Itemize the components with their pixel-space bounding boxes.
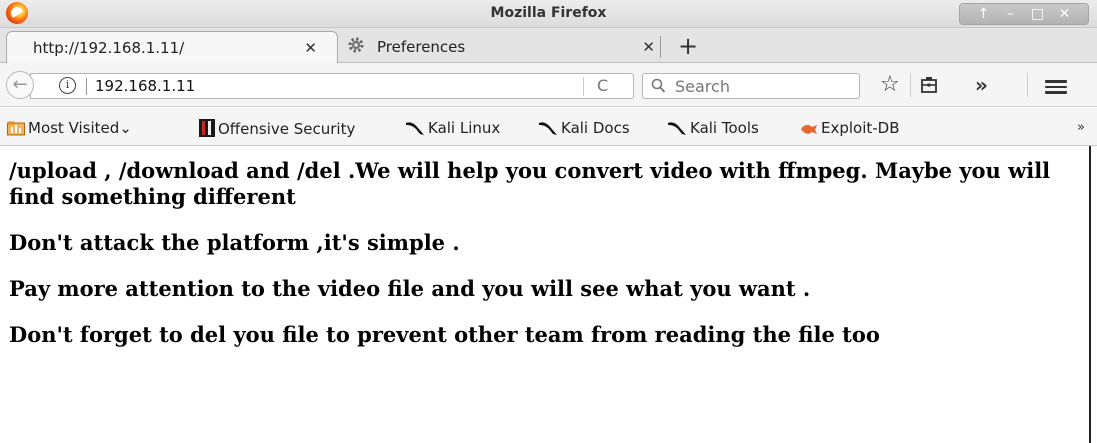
new-tab-button[interactable]: +	[678, 30, 698, 62]
bookmark-offensive-security[interactable]: Offensive Security	[199, 119, 355, 138]
content-paragraph: Pay more attention to the video file and…	[9, 276, 811, 301]
bookmark-label: Kali Linux	[428, 119, 501, 137]
bookmark-exploit-db[interactable]: Exploit-DB	[800, 119, 900, 137]
most-visited-icon	[7, 121, 25, 136]
tab-close-button[interactable]: ✕	[304, 39, 317, 57]
search-icon	[651, 78, 666, 93]
bookmark-label: Most Visited	[28, 119, 120, 137]
bookmark-kali-docs[interactable]: Kali Docs	[538, 119, 630, 137]
bookmarks-toolbar: Most Visited⌄ Offensive Security Kali Li…	[0, 108, 1097, 146]
content-paragraph: Don't attack the platform ,it's simple .	[9, 230, 460, 255]
bookmark-kali-linux[interactable]: Kali Linux	[405, 119, 500, 137]
exploit-db-icon	[801, 124, 817, 134]
page-content: /upload , /download and /del .We will he…	[0, 146, 1090, 443]
bookmarks-overflow-button[interactable]: »	[1077, 120, 1085, 135]
window-maximize-button[interactable]: □	[1028, 4, 1048, 24]
tab-current-page[interactable]: http://192.168.1.11/ ✕	[6, 31, 338, 63]
tab-preferences[interactable]: Preferences ✕	[345, 31, 663, 63]
search-input[interactable]: Search	[642, 73, 860, 99]
bookmark-star-icon[interactable]: ☆	[880, 72, 900, 98]
url-divider	[86, 78, 87, 95]
bookmark-label: Offensive Security	[218, 120, 356, 138]
kali-dragon-icon	[539, 122, 557, 135]
title-bar: Mozilla Firefox ↑ – □ ✕	[0, 0, 1097, 28]
tab-label: http://192.168.1.11/	[33, 38, 185, 57]
kali-dragon-icon	[406, 122, 424, 135]
overflow-menu-icon[interactable]: »	[975, 72, 988, 98]
toolbar-divider	[1027, 73, 1028, 97]
hamburger-menu-icon[interactable]	[1045, 80, 1067, 94]
toolbar-divider	[910, 73, 911, 97]
window-close-button[interactable]: ✕	[1055, 4, 1075, 24]
url-bar[interactable]: i 192.168.1.11 C	[30, 73, 634, 99]
content-paragraph: Don't forget to del you file to prevent …	[9, 322, 880, 347]
tab-close-button[interactable]: ✕	[642, 38, 655, 56]
url-text[interactable]: 192.168.1.11	[95, 77, 195, 95]
bookmark-label: Exploit-DB	[821, 119, 900, 137]
search-placeholder: Search	[675, 77, 730, 96]
reload-divider	[583, 77, 584, 96]
tab-bar: http://192.168.1.11/ ✕ Preferences ✕	[0, 28, 1097, 63]
window-raise-button[interactable]: ↑	[974, 4, 994, 24]
scrollbar[interactable]	[1089, 146, 1091, 443]
content-paragraph: /upload , /download and /del .We will he…	[9, 158, 1051, 209]
bookmark-kali-tools[interactable]: Kali Tools	[667, 119, 759, 137]
window-title: Mozilla Firefox	[490, 5, 607, 21]
offsec-icon	[199, 119, 215, 137]
reload-icon[interactable]: C	[597, 76, 608, 95]
bookmark-label: Kali Tools	[690, 119, 759, 137]
back-button[interactable]: ←	[6, 71, 34, 99]
tab-divider	[660, 36, 661, 58]
window-minimize-button[interactable]: –	[1001, 4, 1021, 24]
bookmark-label: Kali Docs	[561, 119, 630, 137]
library-icon[interactable]	[920, 76, 938, 94]
site-info-icon[interactable]: i	[59, 77, 76, 94]
window-controls: ↑ – □ ✕	[959, 3, 1089, 25]
bookmark-most-visited[interactable]: Most Visited⌄	[7, 119, 132, 137]
tab-label: Preferences	[377, 38, 466, 56]
chevron-down-icon: ⌄	[119, 119, 132, 137]
kali-dragon-icon	[668, 122, 686, 135]
